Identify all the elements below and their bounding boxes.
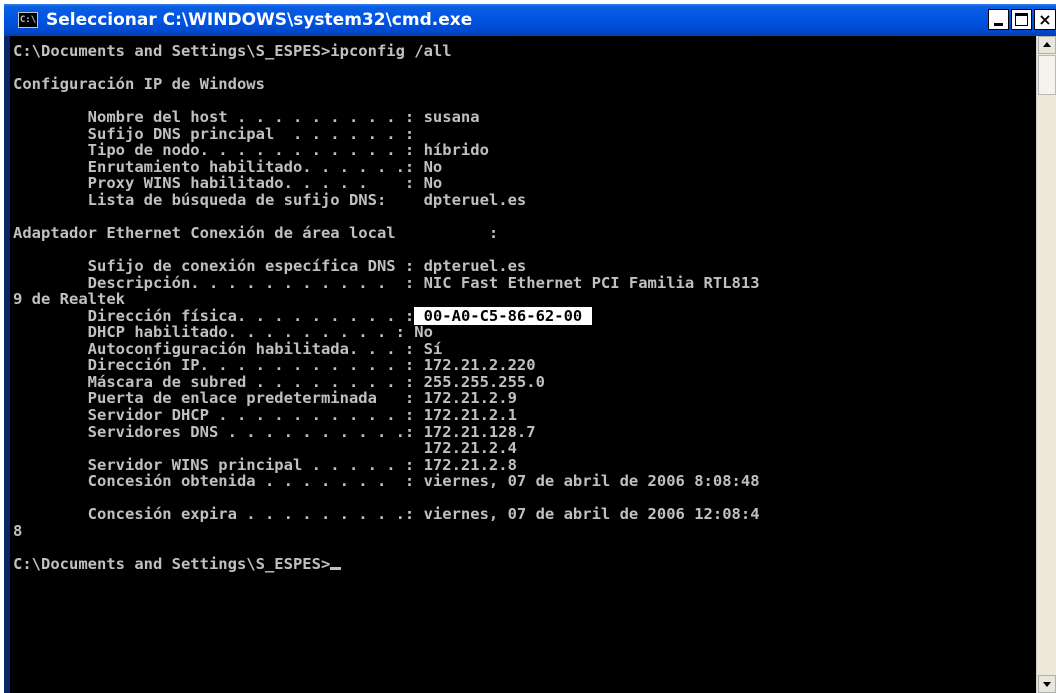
console-line: Máscara de subred . . . . . . . . : 255.…: [13, 372, 545, 391]
console-line: Servidor WINS principal . . . . . : 172.…: [13, 455, 517, 474]
scroll-up-arrow-icon[interactable]: [1038, 36, 1056, 54]
console-line: 9 de Realtek: [13, 290, 125, 309]
console-line: Tipo de nodo. . . . . . . . . . . : híbr…: [13, 141, 489, 160]
mac-label: Dirección física. . . . . . . . . :: [13, 306, 415, 325]
console-line: Sufijo DNS principal . . . . . . :: [13, 124, 415, 143]
console-line: Descripción. . . . . . . . . . . : NIC F…: [13, 273, 760, 292]
console-text: C:\Documents and Settings\S_ESPES>ipconf…: [13, 43, 760, 573]
console-line: 8: [13, 521, 23, 540]
console-line: Servidor DHCP . . . . . . . . . . : 172.…: [13, 406, 517, 425]
prompt-line[interactable]: C:\Documents and Settings\S_ESPES>: [13, 556, 760, 573]
mac-address-selection[interactable]: 00-A0-C5-86-62-00: [414, 306, 592, 325]
text-cursor: [330, 566, 342, 570]
console-line: Dirección IP. . . . . . . . . . . : 172.…: [13, 356, 536, 375]
vertical-scrollbar[interactable]: [1036, 36, 1056, 693]
console-line: Sufijo de conexión específica DNS : dpte…: [13, 257, 527, 276]
console-line: Configuración IP de Windows: [13, 75, 265, 94]
minimize-button[interactable]: [988, 9, 1009, 30]
console-line: Proxy WINS habilitado. . . . . : No: [13, 174, 443, 193]
console-output[interactable]: C:\Documents and Settings\S_ESPES>ipconf…: [10, 36, 1036, 693]
console-line: Servidores DNS . . . . . . . . . .: 172.…: [13, 422, 536, 441]
command-prompt: C:\Documents and Settings\S_ESPES>: [13, 554, 331, 573]
console-line-highlighted: Dirección física. . . . . . . . . : 00-A…: [13, 306, 760, 325]
console-line: 172.21.2.4: [13, 439, 517, 458]
scroll-down-arrow-icon[interactable]: [1038, 675, 1056, 693]
console-line: Enrutamiento habilitado. . . . . .: No: [13, 157, 443, 176]
close-icon: ×: [1038, 10, 1052, 29]
console-line: Concesión expira . . . . . . . . .: vier…: [13, 505, 760, 524]
window-title: Seleccionar C:\WINDOWS\system32\cmd.exe: [46, 10, 473, 30]
console-line: Concesión obtenida . . . . . . . : viern…: [13, 472, 760, 491]
console-line: Puerta de enlace predeterminada : 172.21…: [13, 389, 517, 408]
console-line: Adaptador Ethernet Conexión de área loca…: [13, 224, 499, 243]
console-line: Autoconfiguración habilitada. . . : Sí: [13, 339, 443, 358]
console-line: DHCP habilitado. . . . . . . . . : No: [13, 323, 433, 342]
cmd-window: C:\ Seleccionar C:\WINDOWS\system32\cmd.…: [4, 4, 1056, 693]
maximize-button[interactable]: [1011, 9, 1032, 30]
console-icon[interactable]: C:\: [18, 12, 38, 28]
console-line: C:\Documents and Settings\S_ESPES>ipconf…: [13, 42, 452, 60]
console-line: Lista de búsqueda de sufijo DNS: dpterue…: [13, 190, 527, 209]
close-button[interactable]: ×: [1034, 9, 1056, 30]
console-line: Nombre del host . . . . . . . . . : susa…: [13, 108, 480, 127]
title-bar[interactable]: C:\ Seleccionar C:\WINDOWS\system32\cmd.…: [4, 4, 1056, 36]
scroll-thumb[interactable]: [1038, 55, 1056, 95]
